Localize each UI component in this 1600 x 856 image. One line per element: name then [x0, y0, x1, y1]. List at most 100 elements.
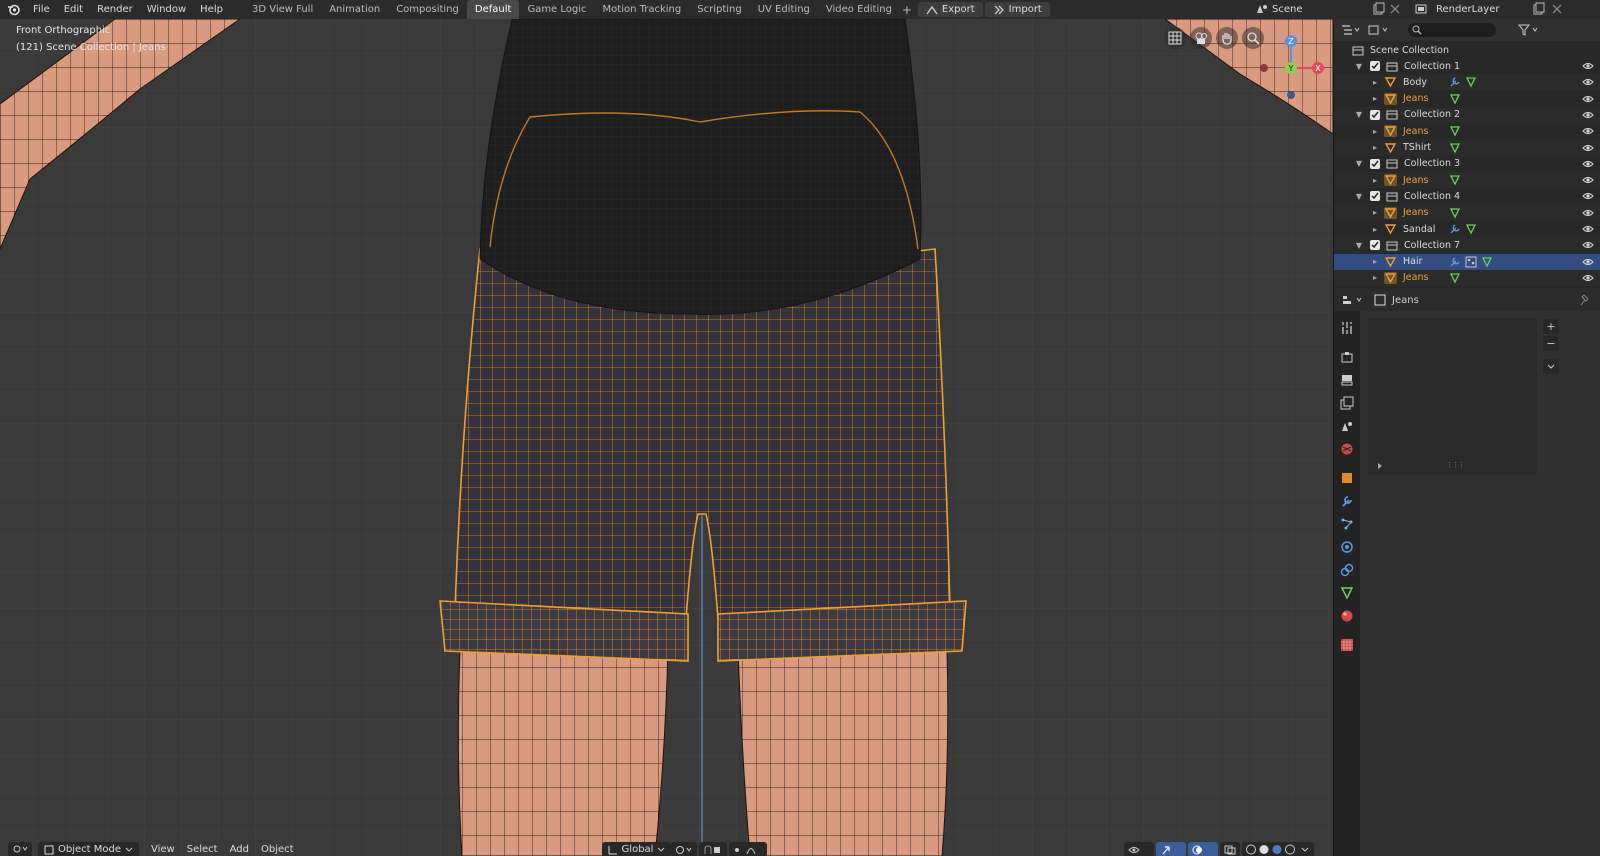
export-button[interactable]: Export	[917, 2, 983, 17]
eye-icon[interactable]	[1582, 126, 1594, 136]
tool-settings-icon[interactable]	[1340, 321, 1354, 335]
expand-triangle-icon[interactable]: ▸	[1370, 94, 1380, 103]
eye-icon[interactable]	[1582, 94, 1594, 104]
proportional-edit-icon[interactable]	[729, 842, 768, 856]
particles-icon[interactable]	[1465, 256, 1477, 268]
eye-icon[interactable]	[1582, 191, 1594, 201]
eye-icon[interactable]	[1582, 257, 1594, 267]
pivot-icon[interactable]	[671, 842, 698, 856]
collection-checkbox[interactable]	[1370, 191, 1380, 202]
overlays-icon[interactable]	[1188, 842, 1218, 856]
tab-animation[interactable]: Animation	[321, 0, 388, 19]
tab-video-editing[interactable]: Video Editing	[818, 0, 900, 19]
outliner-object-row[interactable]: ▸ TShirt	[1334, 139, 1600, 156]
outliner-object-row[interactable]: ▸ Hair	[1334, 253, 1600, 270]
tab-default[interactable]: Default	[466, 0, 520, 19]
view-layer-icon[interactable]	[1340, 396, 1354, 410]
scene-selector[interactable]: Scene	[1272, 0, 1380, 19]
modifiers-wrench-icon[interactable]	[1340, 494, 1354, 508]
tab-compositing[interactable]: Compositing	[388, 0, 467, 19]
editor-type-icon[interactable]	[8, 842, 32, 856]
expand-triangle-icon[interactable]: ▸	[1370, 273, 1380, 282]
menu-render[interactable]: Render	[90, 0, 140, 19]
outliner-search-input[interactable]	[1408, 23, 1496, 37]
grid-view-icon[interactable]	[1164, 27, 1186, 49]
menu-edit[interactable]: Edit	[57, 0, 90, 19]
pan-hand-icon[interactable]	[1216, 27, 1238, 49]
world-properties-icon[interactable]	[1340, 442, 1354, 456]
visibility-icon[interactable]	[1124, 842, 1154, 856]
outliner-editor-icon[interactable]	[1340, 24, 1362, 36]
add-workspace-button[interactable]: +	[900, 3, 914, 17]
wrench-icon[interactable]	[1449, 76, 1461, 88]
mode-selector[interactable]: Object Mode	[38, 842, 139, 856]
mesh-icon[interactable]	[1481, 256, 1493, 268]
mesh-icon[interactable]	[1449, 207, 1461, 219]
blender-logo-icon[interactable]	[0, 0, 26, 19]
material-slot-list[interactable]: ⋮⋮⋮	[1368, 318, 1537, 475]
tab-3d-view-full[interactable]: 3D View Full	[244, 0, 321, 19]
tab-motion-tracking[interactable]: Motion Tracking	[595, 0, 690, 19]
menu-object[interactable]: Object	[255, 844, 300, 855]
close-scene-icon[interactable]	[1388, 2, 1402, 16]
eye-icon[interactable]	[1582, 77, 1594, 87]
outliner-object-row[interactable]: ▸ Sandal	[1334, 221, 1600, 237]
collapse-triangle-icon[interactable]: ▼	[1354, 62, 1364, 71]
add-material-slot-button[interactable]: +	[1543, 319, 1559, 334]
collapse-triangle-icon[interactable]: ▼	[1354, 192, 1364, 201]
tab-game-logic[interactable]: Game Logic	[519, 0, 594, 19]
menu-add[interactable]: Add	[224, 844, 255, 855]
render-settings-icon[interactable]	[1340, 350, 1354, 364]
mesh-data-icon[interactable]	[1340, 586, 1354, 600]
gizmo-toggle-icon[interactable]	[1156, 842, 1186, 856]
mesh-icon[interactable]	[1449, 125, 1461, 137]
tab-uv-editing[interactable]: UV Editing	[750, 0, 818, 19]
outliner-object-row[interactable]: ▸ Jeans	[1334, 204, 1600, 221]
outliner-object-row[interactable]: ▸ Body	[1334, 74, 1600, 91]
outliner-collection-row[interactable]: ▼ Collection 3	[1334, 156, 1600, 172]
output-settings-icon[interactable]	[1340, 373, 1354, 387]
mesh-icon[interactable]	[1449, 174, 1461, 186]
expand-triangle-icon[interactable]: ▸	[1370, 257, 1380, 266]
expand-triangle-icon[interactable]: ▸	[1370, 143, 1380, 152]
tab-scripting[interactable]: Scripting	[689, 0, 749, 19]
scene-icon[interactable]	[1255, 2, 1269, 16]
orientation-selector[interactable]: Global	[601, 842, 672, 856]
outliner-object-row[interactable]: ▸ Jeans	[1334, 269, 1600, 286]
menu-window[interactable]: Window	[140, 0, 193, 19]
eye-icon[interactable]	[1582, 175, 1594, 185]
mesh-icon[interactable]	[1465, 223, 1477, 235]
scene-collection-row[interactable]: Scene Collection	[1334, 42, 1600, 58]
new-scene-icon[interactable]	[1372, 2, 1386, 16]
expand-triangle-icon[interactable]: ▸	[1370, 225, 1380, 234]
eye-icon[interactable]	[1582, 61, 1594, 71]
collection-checkbox[interactable]	[1370, 240, 1380, 251]
expand-triangle-icon[interactable]: ▸	[1370, 208, 1380, 217]
camera-view-icon[interactable]	[1190, 27, 1212, 49]
outliner-collection-row[interactable]: ▼ Collection 4	[1334, 188, 1600, 204]
expand-triangle-icon[interactable]	[1376, 462, 1384, 470]
outliner-object-row[interactable]: ▸ Jeans	[1334, 172, 1600, 189]
outliner-collection-row[interactable]: ▼ Collection 1	[1334, 58, 1600, 74]
outliner-object-row[interactable]: ▸ Jeans	[1334, 123, 1600, 139]
material-icon[interactable]	[1340, 609, 1354, 623]
3d-viewport[interactable]: Front Orthographic (121) Scene Collectio…	[0, 19, 1333, 856]
physics-icon[interactable]	[1340, 540, 1354, 554]
outliner-collection-row[interactable]: ▼ Collection 2	[1334, 106, 1600, 123]
snap-icon[interactable]	[699, 842, 728, 856]
particles-icon[interactable]	[1340, 517, 1354, 531]
xray-icon[interactable]	[1220, 842, 1240, 856]
material-specials-button[interactable]	[1543, 359, 1559, 374]
collection-checkbox[interactable]	[1370, 61, 1380, 71]
eye-icon[interactable]	[1582, 159, 1594, 169]
menu-select[interactable]: Select	[181, 844, 224, 855]
expand-triangle-icon[interactable]: ▸	[1370, 176, 1380, 185]
object-properties-icon[interactable]	[1340, 471, 1354, 485]
menu-view[interactable]: View	[145, 844, 181, 855]
collection-checkbox[interactable]	[1370, 109, 1380, 120]
menu-file[interactable]: File	[26, 0, 57, 19]
scene-properties-icon[interactable]	[1340, 419, 1354, 433]
close-layer-icon[interactable]	[1550, 2, 1564, 16]
remove-material-slot-button[interactable]: −	[1543, 336, 1559, 351]
menu-help[interactable]: Help	[193, 0, 230, 19]
